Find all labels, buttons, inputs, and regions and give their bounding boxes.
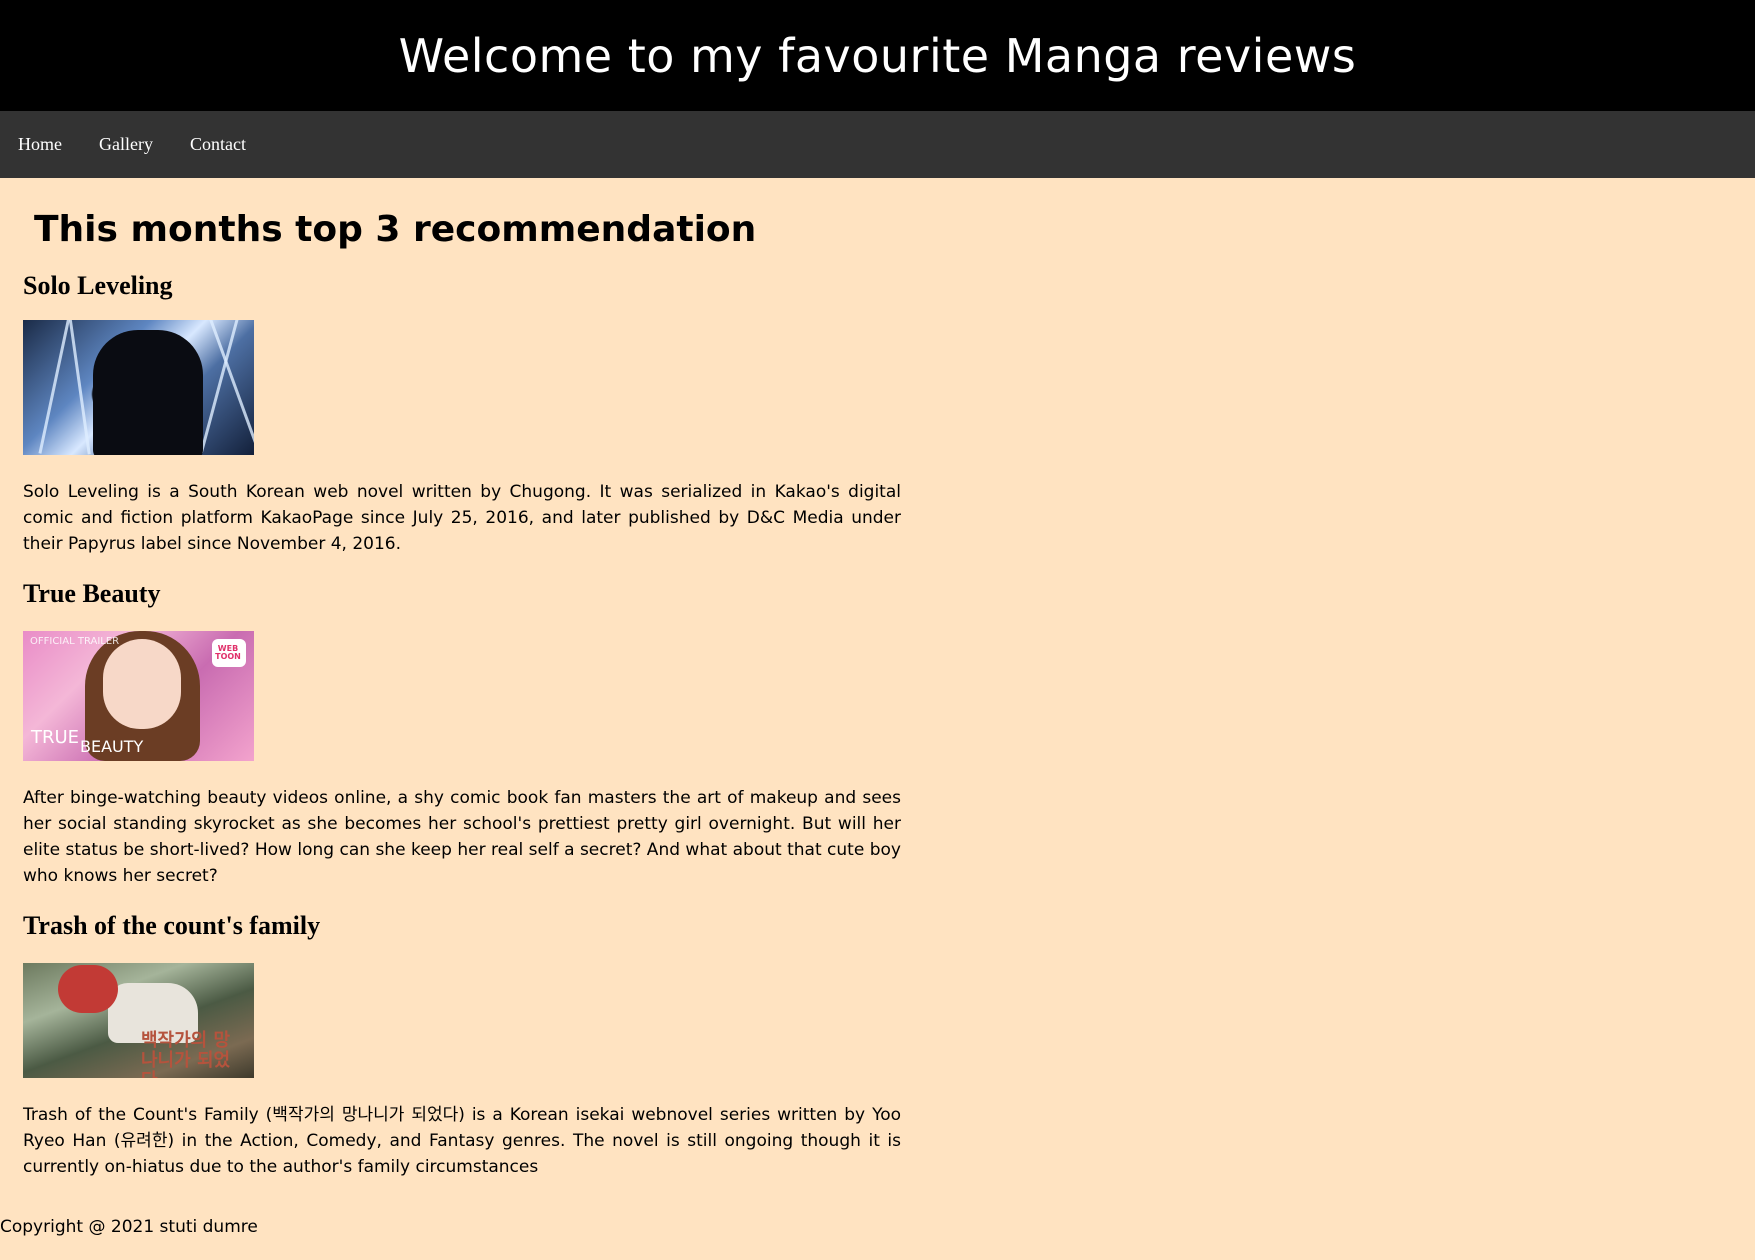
- trash-of-the-count-image: 백작가의 망나니가 되었다: [23, 962, 254, 1078]
- footer-copyright: Copyright @ 2021 stuti dumre: [0, 1217, 258, 1237]
- image-caption-beauty: BEAUTY: [80, 736, 144, 756]
- nav-link-home[interactable]: Home: [18, 134, 62, 155]
- section-title: This months top 3 recommendation: [34, 209, 757, 250]
- image-caption-true: TRUE: [31, 726, 80, 748]
- image-caption-korean: 백작가의 망나니가 되었다: [141, 1029, 231, 1078]
- review-trash-of-the-counts-family: Trash of the count's family 백작가의 망나니가 되었…: [23, 911, 901, 1180]
- nav-bar: Home Gallery Contact: [0, 111, 1755, 178]
- nav-link-contact[interactable]: Contact: [190, 134, 246, 155]
- review-solo-leveling: Solo Leveling Solo Leveling is a South K…: [23, 271, 901, 557]
- image-caption-trailer: OFFICIAL TRAILER: [30, 635, 120, 647]
- review-title: Solo Leveling: [23, 271, 173, 301]
- image-caption-badge: WEB TOON: [215, 643, 241, 661]
- review-title: True Beauty: [23, 579, 161, 609]
- review-title: Trash of the count's family: [23, 910, 321, 940]
- review-true-beauty: True Beauty OFFICIAL TRAILER WEB TOON TR…: [23, 579, 901, 889]
- page-title: Welcome to my favourite Manga reviews: [398, 28, 1357, 83]
- site-header: Welcome to my favourite Manga reviews: [0, 0, 1755, 111]
- review-description: Solo Leveling is a South Korean web nove…: [23, 482, 901, 555]
- review-description: Trash of the Count's Family (백작가의 망나니가 되…: [23, 1104, 901, 1177]
- true-beauty-image: OFFICIAL TRAILER WEB TOON TRUE BEAUTY: [23, 630, 254, 761]
- main-content: This months top 3 recommendation Solo Le…: [0, 208, 901, 1180]
- solo-leveling-image: [23, 320, 254, 456]
- nav-link-gallery[interactable]: Gallery: [99, 134, 153, 155]
- review-description: After binge-watching beauty videos onlin…: [23, 787, 901, 886]
